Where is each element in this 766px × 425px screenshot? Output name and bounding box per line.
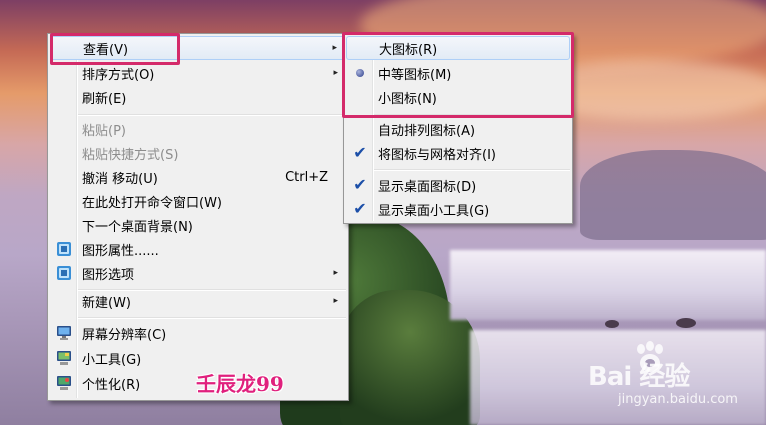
menu-item-gadgets[interactable]: 小工具(G) xyxy=(50,347,346,369)
menu-item-new[interactable]: 新建(W) ▸ xyxy=(50,290,346,312)
baidu-url-watermark: jingyan.baidu.com xyxy=(618,392,738,407)
submenu-arrow-icon: ▸ xyxy=(333,68,338,78)
menu-item-graphics-options[interactable]: 图形选项 ▸ xyxy=(50,262,346,284)
menu-item-label: 屏幕分辨率(C) xyxy=(82,327,167,343)
graphics-properties-icon xyxy=(56,241,72,257)
submenu-item-show-desktop-gadgets[interactable]: ✔ 显示桌面小工具(G) xyxy=(346,198,570,220)
checkmark-icon: ✔ xyxy=(353,175,367,194)
menu-item-next-background[interactable]: 下一个桌面背景(N) xyxy=(50,214,346,236)
menu-item-label: 小工具(G) xyxy=(82,352,142,368)
menu-item-label: 新建(W) xyxy=(82,295,131,311)
submenu-arrow-icon: ▸ xyxy=(333,268,338,278)
submenu-item-show-desktop-icons[interactable]: ✔ 显示桌面图标(D) xyxy=(346,174,570,196)
menu-separator xyxy=(78,317,346,319)
desktop-context-menu: 查看(V) ▸ 排序方式(O) ▸ 刷新(E) 粘贴(P) 粘贴快捷方式(S) … xyxy=(47,33,349,401)
submenu-arrow-icon: ▸ xyxy=(332,43,337,53)
menu-item-label: 粘贴快捷方式(S) xyxy=(82,147,179,163)
menu-item-label: 下一个桌面背景(N) xyxy=(82,219,193,235)
submenu-item-auto-arrange[interactable]: 自动排列图标(A) xyxy=(346,118,570,140)
menu-item-label: 排序方式(O) xyxy=(82,67,155,83)
annotation-box-view xyxy=(50,33,180,65)
menu-item-label: 图形选项 xyxy=(82,267,135,283)
rock xyxy=(605,320,619,328)
menu-item-open-command-window[interactable]: 在此处打开命令窗口(W) xyxy=(50,190,346,212)
menu-item-label: 粘贴(P) xyxy=(82,123,126,139)
menu-item-undo-move[interactable]: 撤消 移动(U) Ctrl+Z xyxy=(50,166,346,188)
graphics-options-icon xyxy=(56,265,72,281)
menu-separator xyxy=(78,114,346,116)
menu-item-screen-resolution[interactable]: 屏幕分辨率(C) xyxy=(50,322,346,344)
menu-item-label: 图形属性...... xyxy=(82,243,159,259)
monitor-icon xyxy=(56,325,72,341)
submenu-arrow-icon: ▸ xyxy=(333,296,338,306)
author-watermark: 壬辰龙99 xyxy=(196,372,284,396)
menu-separator xyxy=(374,169,570,171)
gadgets-icon xyxy=(56,350,72,366)
menu-item-label: 显示桌面图标(D) xyxy=(378,179,477,195)
menu-item-label: 个性化(R) xyxy=(82,377,141,393)
baidu-brand-watermark: Bai 经验 xyxy=(588,362,690,392)
distant-hill xyxy=(580,150,766,240)
submenu-item-align-to-grid[interactable]: ✔ 将图标与网格对齐(I) xyxy=(346,142,570,164)
menu-item-refresh[interactable]: 刷新(E) xyxy=(50,86,346,108)
menu-item-label: 刷新(E) xyxy=(82,91,127,107)
menu-item-paste[interactable]: 粘贴(P) xyxy=(50,118,346,140)
menu-item-graphics-properties[interactable]: 图形属性...... xyxy=(50,238,346,260)
shortcut-text: Ctrl+Z xyxy=(285,169,328,185)
checkmark-icon: ✔ xyxy=(353,199,367,218)
checkmark-icon: ✔ xyxy=(353,143,367,162)
rock xyxy=(676,318,696,328)
menu-item-label: 显示桌面小工具(G) xyxy=(378,203,490,219)
menu-item-sort-by[interactable]: 排序方式(O) ▸ xyxy=(50,62,346,84)
waterfall xyxy=(450,250,766,320)
annotation-box-icon-sizes xyxy=(342,32,574,118)
menu-item-label: 将图标与网格对齐(I) xyxy=(378,147,496,163)
personalize-icon xyxy=(56,375,72,391)
menu-item-paste-shortcut[interactable]: 粘贴快捷方式(S) xyxy=(50,142,346,164)
menu-item-label: 自动排列图标(A) xyxy=(378,123,476,139)
menu-item-label: 撤消 移动(U) xyxy=(82,171,158,187)
menu-item-label: 在此处打开命令窗口(W) xyxy=(82,195,222,211)
